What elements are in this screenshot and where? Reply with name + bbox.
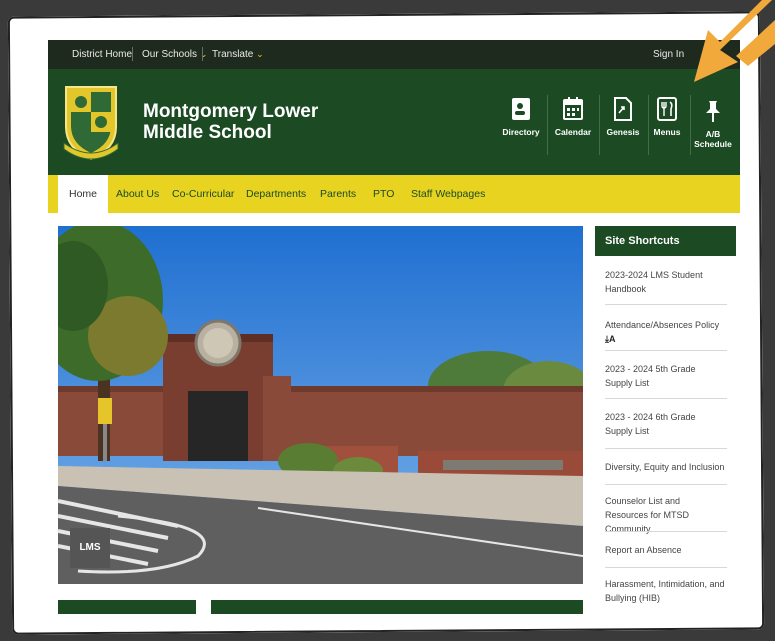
district-home-link[interactable]: District Home: [72, 49, 132, 60]
chevron-down-icon: ⌄: [256, 49, 264, 59]
menus-icon: [657, 97, 677, 121]
calendar-label: Calendar: [554, 127, 592, 137]
nav-tab-pto[interactable]: PTO: [362, 175, 405, 213]
bottom-panel-left: [58, 600, 196, 614]
shortcut-dei[interactable]: Diversity, Equity and Inclusion: [605, 460, 725, 474]
our-schools-menu[interactable]: Our Schools ⌄: [142, 49, 207, 60]
shortcut-divider: [605, 350, 727, 351]
menus-label: Menus: [653, 127, 681, 137]
menus-button[interactable]: Menus: [644, 97, 690, 137]
school-website: District Home Our Schools ⌄ Translate ⌄ …: [48, 40, 740, 614]
shortcut-divider: [605, 531, 727, 532]
shortcut-5th-grade-supply[interactable]: 2023 - 2024 5th Grade Supply List: [605, 362, 725, 390]
shortcut-6th-grade-supply[interactable]: 2023 - 2024 6th Grade Supply List: [605, 410, 725, 438]
our-schools-label: Our Schools: [142, 49, 198, 60]
utility-separator: [202, 47, 203, 61]
shortcut-hib[interactable]: Harassment, Intimidation, and Bullying (…: [605, 577, 725, 605]
pdf-download-icon: ⤓A: [605, 334, 616, 344]
school-name-heading[interactable]: Montgomery Lower Middle School: [143, 101, 383, 143]
directory-icon: [512, 98, 530, 120]
calendar-icon: [563, 97, 583, 120]
shortcut-divider: [605, 484, 727, 485]
shortcut-divider: [605, 567, 727, 568]
nav-tab-staff-webpages[interactable]: Staff Webpages: [400, 175, 496, 213]
shortcut-divider: [605, 448, 727, 449]
genesis-button[interactable]: Genesis: [600, 97, 646, 137]
genesis-icon: [614, 97, 632, 121]
shortcut-attendance-policy[interactable]: Attendance/Absences Policy ⤓A: [605, 318, 725, 346]
sign-in-link[interactable]: Sign In: [653, 49, 684, 60]
bottom-panel-right: [211, 600, 583, 614]
shortcut-divider: [605, 304, 727, 305]
school-building-photo: [58, 226, 583, 584]
ab-schedule-button[interactable]: A/B Schedule: [691, 99, 735, 149]
annotation-arrow-icon: [694, 0, 775, 82]
translate-menu[interactable]: Translate ⌄: [212, 49, 264, 60]
shortcut-report-absence[interactable]: Report an Absence: [605, 543, 725, 557]
utility-bar: District Home Our Schools ⌄ Translate ⌄ …: [48, 40, 740, 69]
main-navigation: Home About Us Co-Curricular Departments …: [48, 175, 740, 213]
directory-label: Directory: [502, 127, 540, 137]
nav-tab-co-curricular[interactable]: Co-Curricular: [161, 175, 245, 213]
shortcut-divider: [605, 398, 727, 399]
hero-caption-badge: LMS: [70, 528, 110, 568]
hero-photo: LMS: [58, 226, 583, 584]
calendar-button[interactable]: Calendar: [550, 97, 596, 137]
chevron-down-icon: ⌄: [199, 49, 208, 59]
site-header: Montgomery Lower Middle School Directory…: [48, 69, 740, 175]
nav-tab-departments[interactable]: Departments: [235, 175, 317, 213]
utility-separator: [132, 47, 133, 61]
ab-schedule-label: A/B Schedule: [694, 129, 732, 149]
pin-icon: [706, 101, 720, 122]
shortcut-attendance-label: Attendance/Absences Policy: [605, 320, 720, 330]
quick-link-separator: [547, 95, 548, 155]
shortcut-counselor-list[interactable]: Counselor List and Resources for MTSD Co…: [605, 494, 725, 536]
site-shortcuts-panel: Site Shortcuts 2023-2024 LMS Student Han…: [595, 226, 736, 603]
nav-tab-parents[interactable]: Parents: [309, 175, 367, 213]
school-crest-logo[interactable]: [62, 83, 120, 161]
nav-tab-home[interactable]: Home: [58, 175, 109, 213]
genesis-label: Genesis: [606, 127, 640, 137]
directory-button[interactable]: Directory: [498, 97, 544, 137]
translate-label: Translate: [212, 49, 254, 60]
site-shortcuts-title: Site Shortcuts: [595, 226, 736, 256]
shortcut-lms-handbook[interactable]: 2023-2024 LMS Student Handbook: [605, 268, 725, 296]
